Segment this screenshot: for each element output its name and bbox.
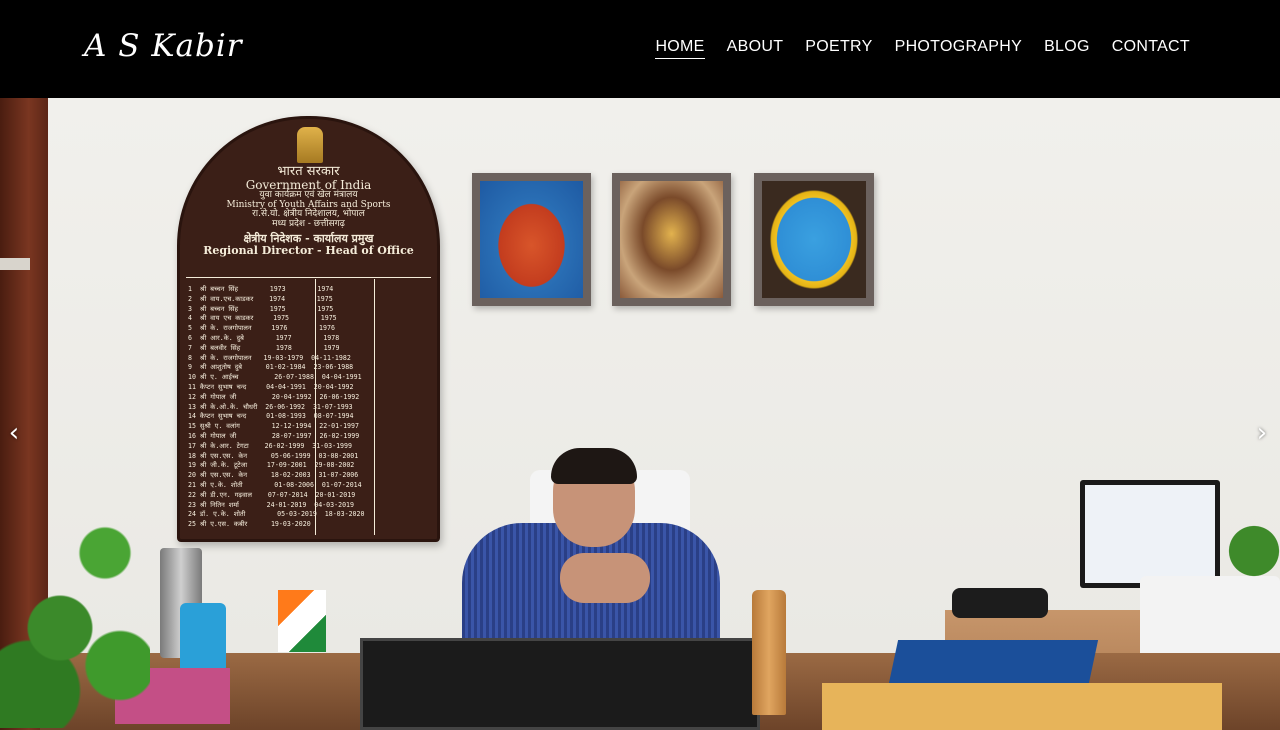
honor-board-row: 23 श्री नितिन शर्मा 24-01-2019 04-03-201…: [188, 500, 354, 509]
national-emblem-icon: [297, 127, 323, 163]
honor-board-row: 24 डॉ. ए.के. शोती 05-03-2019 18-03-2020: [188, 510, 365, 519]
painting-leaf: [472, 173, 591, 306]
honor-board-row: 4 श्री वाय एच काडकर 1975 1975: [188, 314, 337, 323]
honor-board-row: 5 श्री के. राजगोपालन 1976 1976: [188, 324, 335, 333]
ashoka-pillar: [752, 590, 786, 715]
site-logo[interactable]: A S Kabir: [84, 28, 243, 64]
honor-board-row: 9 श्री आशुतोष दुबे 01-02-1984 23-06-1988: [188, 363, 354, 372]
honor-board-row: 1 श्री बच्चन सिंह 1973 1974: [188, 285, 334, 293]
person-hair: [551, 448, 637, 484]
honor-board-row: 22 श्री डी.एन. गढ़वाल 07-07-2014 20-01-2…: [188, 490, 356, 499]
sanitizer-bottle: [180, 603, 226, 673]
nav-poetry[interactable]: POETRY: [805, 38, 872, 59]
honor-board-row: 21 श्री ए.के. शोती 01-08-2006 01-07-2014: [188, 480, 362, 489]
honor-board-row: 15 सुश्री ए. वलांग 12-12-1994 22-01-1997: [188, 422, 359, 431]
desk-glass-top: [360, 638, 760, 730]
yellow-files: [822, 683, 1222, 730]
honor-board: भारत सरकार Government of India युवा कार्…: [177, 116, 440, 542]
board-line-1: भारत सरकार: [277, 164, 340, 179]
nav-blog[interactable]: BLOG: [1044, 38, 1090, 59]
honor-board-row: 2 श्री वाय.एच.काडकर 1974 1975: [188, 294, 333, 303]
honor-board-row: 8 श्री के. राजगोपालन 19-03-1979 04-11-19…: [188, 353, 351, 362]
blue-file: [887, 640, 1099, 688]
desk-phone: [952, 588, 1048, 618]
site-header: A S Kabir HOME ABOUT POETRY PHOTOGRAPHY …: [0, 0, 1280, 98]
honor-board-row: 13 श्री के.ओ.के. चौधरी 26-06-1992 31-07-…: [188, 402, 353, 411]
honor-board-rows: 1 श्री बच्चन सिंह 1973 1974 2 श्री वाय.एच…: [188, 285, 429, 530]
carousel-next-icon[interactable]: ›: [1250, 418, 1274, 448]
honor-board-row: 10 श्री ए. आईच्च 26-07-1988 04-04-1991: [188, 373, 362, 382]
plant-right: [1215, 503, 1280, 583]
hero-carousel: भारत सरकार Government of India युवा कार्…: [0, 98, 1280, 730]
honor-board-row: 11 कैप्टन सुभाष चन्द 04-04-1991 20-04-19…: [188, 382, 354, 391]
nav-contact[interactable]: CONTACT: [1112, 38, 1190, 59]
honor-board-row: 3 श्री बच्चन सिंह 1975 1975: [188, 304, 334, 313]
main-nav: HOME ABOUT POETRY PHOTOGRAPHY BLOG CONTA…: [655, 38, 1190, 59]
painting-peacock: [754, 173, 874, 306]
honor-board-row: 6 श्री आर.के. दुबे 1977 1978: [188, 333, 340, 342]
board-divider: [186, 277, 431, 278]
honor-board-heading: भारत सरकार Government of India युवा कार्…: [180, 165, 437, 256]
nav-about[interactable]: ABOUT: [727, 38, 784, 59]
person-hands: [560, 553, 650, 603]
honor-board-row: 19 श्री जी.के. टूटेजा 17-09-2001 29-08-2…: [188, 461, 355, 470]
honor-board-row: 25 श्री ए.एस. कबीर 19-03-2020: [188, 520, 311, 529]
honor-board-row: 17 श्री के.आर. टेगटा 26-02-1999 31-03-19…: [188, 441, 352, 450]
painting-flower: [612, 173, 731, 306]
board-line-8: Regional Director - Head of Office: [203, 243, 414, 257]
honor-board-row: 20 श्री एस.एस. केन 18-02-2003 31-07-2006: [188, 471, 359, 480]
board-line-7: क्षेत्रीय निदेशक - कार्यालय प्रमुख: [243, 231, 374, 245]
nav-home[interactable]: HOME: [655, 38, 705, 59]
nav-photography[interactable]: PHOTOGRAPHY: [895, 38, 1022, 59]
carousel-prev-icon[interactable]: ‹: [2, 418, 26, 448]
plant-left: [0, 478, 150, 728]
board-line-6: मध्य प्रदेश - छत्तीसगढ़: [272, 218, 345, 229]
desk-flag: [278, 590, 326, 652]
honor-board-row: 14 कैप्टन सुभाष चन्द 01-08-1993 08-07-19…: [188, 412, 354, 421]
computer-monitor: [1080, 480, 1220, 588]
honor-board-row: 16 श्री गोपाल जी 28-07-1997 26-02-1999: [188, 431, 360, 440]
honor-board-row: 12 श्री गोपाल जी 20-04-1992 26-06-1992: [188, 392, 360, 401]
honor-board-row: 7 श्री बलवीर सिंह 1978 1979: [188, 343, 340, 352]
honor-board-row: 18 श्री एस.एस. केन 05-06-1999 03-08-2001: [188, 451, 359, 460]
